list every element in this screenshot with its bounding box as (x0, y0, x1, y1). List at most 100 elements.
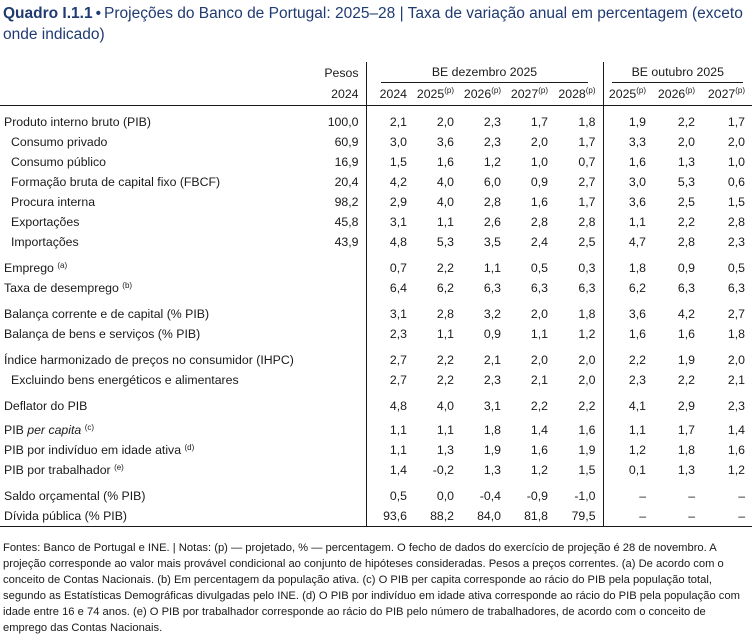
year-header: 2027(p) (508, 83, 555, 106)
value-cell-oct: 2,5 (677, 195, 696, 209)
weight-cell (300, 396, 367, 416)
weight-cell: 16,9 (300, 152, 367, 172)
value-cell-dec: 1,3 (436, 443, 454, 457)
weight-cell: 100,0 (300, 112, 367, 132)
value-cell-oct: 1,7 (677, 423, 696, 437)
weight-cell (300, 370, 367, 390)
value-cell-dec: 0,5 (389, 489, 407, 503)
row-label-text: PIB por trabalhador (4, 463, 111, 477)
table-row: Produto interno bruto (PIB) 100,0 2,1 2,0 2,… (0, 112, 752, 132)
value-cell-oct: – (688, 489, 696, 503)
value-cell-dec: 2,0 (578, 353, 596, 367)
value-cell-dec: 1,5 (389, 155, 407, 169)
value-cell-oct: 1,2 (727, 463, 746, 477)
year-label: 2025 (608, 87, 637, 101)
value-cell-dec: 2,8 (483, 195, 501, 209)
value-cell-dec: 3,0 (389, 135, 407, 149)
weights-header-line2: 2024 (300, 83, 367, 106)
table-row: Excluindo bens energéticos e alimentares… (0, 370, 752, 390)
value-cell-dec: 3,1 (389, 215, 407, 229)
value-cell-oct: 1,8 (677, 443, 696, 457)
value-cell-oct: 2,2 (677, 115, 696, 129)
row-label: Balança de bens e serviços (% PIB) (0, 324, 300, 344)
value-cell-oct: 2,7 (727, 307, 746, 321)
row-label-text: Excluindo bens energéticos e alimentares (11, 373, 239, 387)
row-label-text: Importações (11, 235, 79, 249)
value-cell-dec: 1,1 (436, 327, 454, 341)
value-cell-dec: 1,3 (483, 463, 501, 477)
value-cell-dec: 4,8 (389, 399, 407, 413)
value-cell-dec: 1,4 (530, 423, 548, 437)
value-cell-dec: 6,3 (578, 281, 596, 295)
row-label: Exportações (0, 212, 300, 232)
weight-cell (300, 420, 367, 440)
value-cell-oct: 1,4 (727, 423, 746, 437)
value-cell-dec: 0,9 (483, 327, 501, 341)
row-label-text: Emprego (4, 261, 54, 275)
value-cell-dec: 2,3 (389, 327, 407, 341)
value-cell-oct: 1,9 (602, 112, 654, 132)
value-cell-dec: 1,1 (389, 423, 407, 437)
value-cell-oct: 2,8 (677, 235, 696, 249)
value-cell-dec: 1,1 (436, 423, 454, 437)
value-cell-dec: 81,8 (508, 506, 555, 527)
row-label-text: Consumo privado (11, 135, 108, 149)
projected-marker: (p) (491, 86, 501, 95)
value-cell-dec: 2,3 (483, 373, 501, 387)
value-cell-dec: 79,5 (555, 506, 604, 527)
value-cell-oct: 1,6 (602, 152, 654, 172)
projected-marker: (p) (538, 86, 548, 95)
value-cell-dec: 2,9 (389, 195, 407, 209)
year-label: 2027 (707, 87, 736, 101)
value-cell-oct: 3,0 (602, 172, 654, 192)
value-cell-dec: 1,6 (530, 195, 548, 209)
weight-cell: 20,4 (300, 172, 367, 192)
table-row: Importações 43,9 4,8 5,3 3,5 2,4 2,5 4,7 2,8 2,3 (0, 232, 752, 252)
weight-cell: 45,8 (300, 212, 367, 232)
value-cell-dec: 1,2 (578, 327, 596, 341)
value-cell-oct: 1,2 (602, 440, 654, 460)
value-cell-dec: 2,5 (578, 235, 596, 249)
year-header: 2024 (366, 83, 414, 106)
row-label-text: PIB (4, 423, 24, 437)
table-row: Saldo orçamental (% PIB) 0,5 0,0 -0,4 -0,9 -1… (0, 486, 752, 506)
value-cell-oct: 1,8 (727, 327, 746, 341)
weight-cell (300, 278, 367, 298)
row-label-text: Procura interna (11, 195, 96, 209)
group-header-oct: BE outubro 2025 (602, 62, 752, 83)
value-cell-oct: 1,6 (602, 324, 654, 344)
year-header: 2026(p) (461, 83, 508, 106)
value-cell-dec: 2,0 (530, 135, 548, 149)
value-cell-dec: 1,8 (578, 115, 596, 129)
year-header: 2027(p) (702, 83, 752, 106)
projected-marker: (p) (585, 86, 596, 95)
value-cell-oct: 2,9 (677, 399, 696, 413)
value-cell-dec: 2,2 (436, 261, 454, 275)
value-cell-dec: 2,6 (483, 215, 501, 229)
value-cell-dec: 3,6 (436, 135, 454, 149)
value-cell-dec: 2,1 (530, 373, 548, 387)
value-cell-dec: 4,8 (389, 235, 407, 249)
value-cell-oct: 6,3 (727, 281, 746, 295)
row-label: PIB por trabalhador (e) (0, 460, 300, 480)
value-cell-oct: 1,1 (602, 420, 654, 440)
row-label: Excluindo bens energéticos e alimentares (0, 370, 300, 390)
value-cell-dec: 1,6 (436, 155, 454, 169)
value-cell-dec: 3,1 (389, 307, 407, 321)
row-label: Consumo privado (0, 132, 300, 152)
value-cell-dec: 2,0 (578, 373, 596, 387)
table-row: Consumo público 16,9 1,5 1,6 1,2 1,0 0,7 1,6 1,3… (0, 152, 752, 172)
value-cell-dec: 0,5 (530, 261, 548, 275)
row-label-text: Índice harmonizado de preços no consumid… (4, 353, 294, 367)
value-cell-dec: 1,1 (389, 443, 407, 457)
row-label: Taxa de desemprego (b) (0, 278, 300, 298)
value-cell-oct: 2,2 (602, 350, 654, 370)
row-label-text: Formação bruta de capital fixo (FBCF) (11, 175, 221, 189)
value-cell-dec: 2,2 (578, 399, 596, 413)
value-cell-dec: 2,7 (389, 373, 407, 387)
value-cell-dec: 0,9 (530, 175, 548, 189)
value-cell-dec: 1,9 (578, 443, 596, 457)
row-label-text: Consumo público (11, 155, 107, 169)
group-header-dec-label: BE dezembro 2025 (380, 62, 589, 83)
value-cell-dec: 2,2 (530, 399, 548, 413)
